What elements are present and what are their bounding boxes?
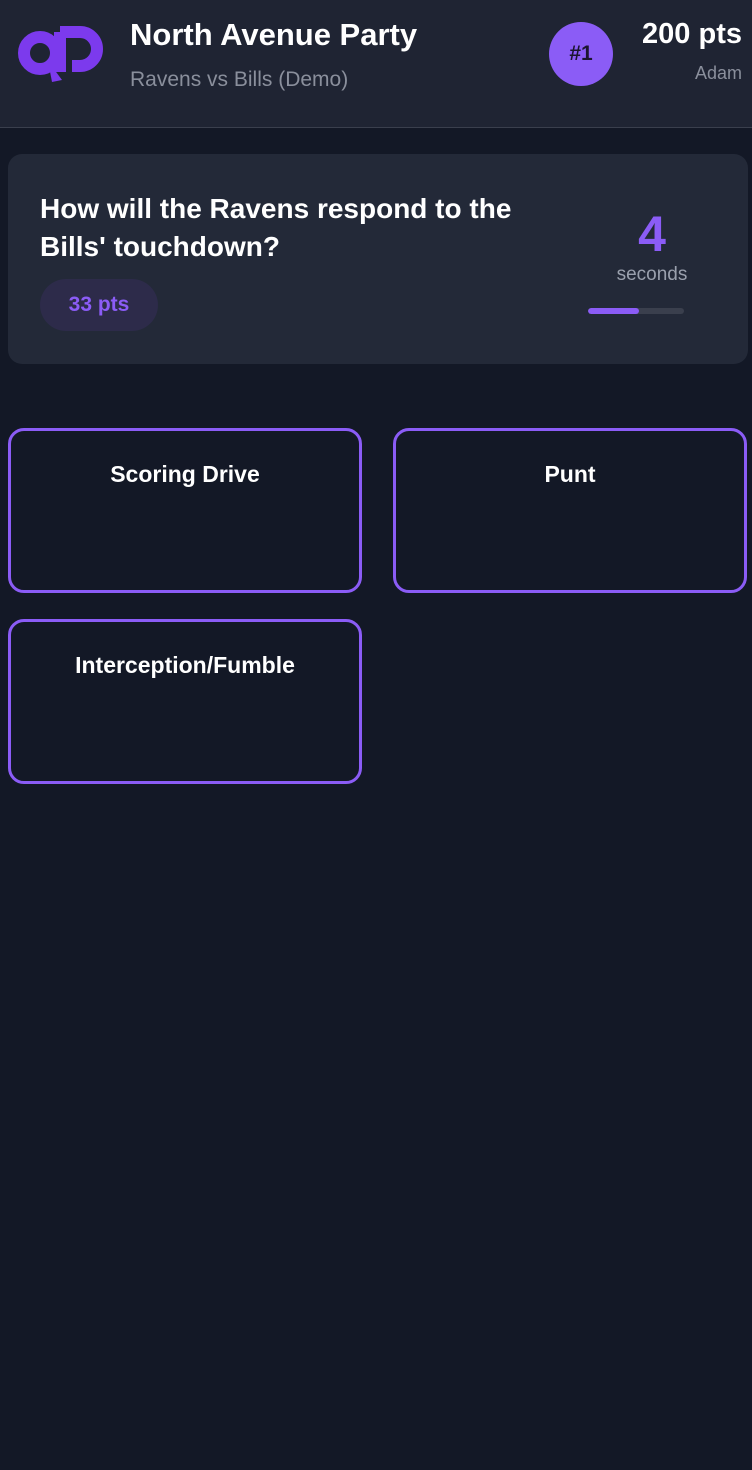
user-score: 200 pts [642,18,742,50]
timer-progress-fill [588,308,639,314]
question-card: How will the Ravens respond to the Bills… [8,154,748,364]
app-header: North Avenue Party Ravens vs Bills (Demo… [0,0,752,128]
question-points-badge: 33 pts [40,279,158,331]
answer-option-interception-fumble[interactable]: Interception/Fumble [8,619,362,784]
answer-option-scoring-drive[interactable]: Scoring Drive [8,428,362,593]
answer-option-punt[interactable]: Punt [393,428,747,593]
party-title: North Avenue Party [130,17,418,52]
question-text: How will the Ravens respond to the Bills… [40,193,512,262]
username: Adam [694,63,742,83]
qp-logo-icon[interactable] [18,22,106,86]
game-subtitle: Ravens vs Bills (Demo) [130,68,349,91]
timer-progress-bar [588,308,684,314]
timer-label: seconds [616,264,688,285]
rank-badge: #1 [549,22,613,86]
timer-countdown: 4 [638,206,666,262]
